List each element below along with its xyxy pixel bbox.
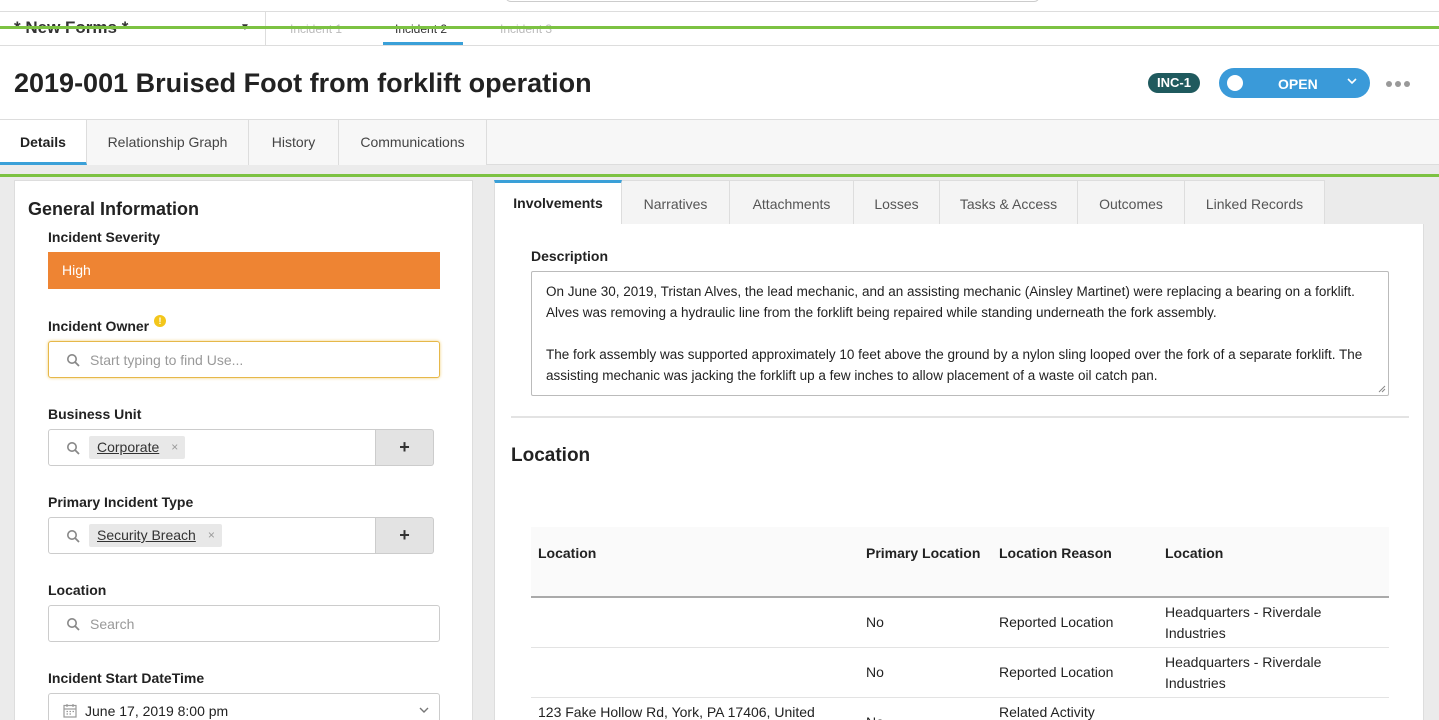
app-top-bar bbox=[0, 0, 1439, 12]
page-title: 2019-001 Bruised Foot from forklift oper… bbox=[14, 68, 592, 98]
cell-reason: Reported Location bbox=[999, 614, 1114, 630]
incident-type-input[interactable]: Security Breach × bbox=[48, 517, 376, 554]
cell-site-line: Industries bbox=[1165, 675, 1226, 691]
form-bar: * New Forms * ▼ Incident 1 Incident 2 In… bbox=[0, 12, 1439, 46]
tab-outcomes[interactable]: Outcomes bbox=[1078, 180, 1185, 225]
tab-involvements[interactable]: Involvements bbox=[494, 180, 622, 225]
tab-narratives[interactable]: Narratives bbox=[622, 180, 730, 225]
cell-reason: Related Activity bbox=[999, 704, 1095, 720]
column-header[interactable]: Primary Location bbox=[866, 545, 980, 561]
table-row[interactable]: No Reported Location Headquarters - Rive… bbox=[531, 598, 1389, 648]
chip-label: Security Breach bbox=[97, 527, 196, 543]
resize-handle-icon[interactable] bbox=[1378, 385, 1386, 393]
search-icon bbox=[67, 442, 80, 455]
tab-losses[interactable]: Losses bbox=[854, 180, 940, 225]
start-datetime-input[interactable]: June 17, 2019 8:00 pm bbox=[48, 693, 440, 720]
severity-select[interactable]: High bbox=[48, 252, 440, 289]
cell-primary: No bbox=[866, 614, 884, 630]
global-search-bar[interactable] bbox=[505, 0, 1040, 2]
field-label: Incident Owner bbox=[48, 318, 150, 334]
cell-primary: No bbox=[866, 664, 884, 680]
more-icon[interactable] bbox=[1385, 80, 1411, 88]
tab-communications[interactable]: Communications bbox=[339, 120, 487, 165]
table-row[interactable]: No Reported Location Headquarters - Rive… bbox=[531, 648, 1389, 698]
input-placeholder: Start typing to find Use... bbox=[90, 352, 244, 368]
cell-site: Headquarters - Riverdale Industries bbox=[1165, 602, 1321, 644]
tab-tasks-access[interactable]: Tasks & Access bbox=[940, 180, 1078, 225]
involvements-panel: Description On June 30, 2019, Tristan Al… bbox=[494, 224, 1424, 720]
input-placeholder: Search bbox=[90, 616, 135, 632]
selected-chip: Corporate × bbox=[89, 436, 186, 459]
field-label: Location bbox=[48, 582, 107, 598]
cell-location: 123 Fake Hollow Rd, York, PA 17406, Unit… bbox=[538, 704, 815, 720]
search-icon bbox=[67, 530, 80, 543]
field-label: Description bbox=[531, 248, 609, 264]
status-label: OPEN bbox=[1278, 76, 1318, 92]
section-title: General Information bbox=[28, 199, 200, 219]
column-header[interactable]: Location bbox=[1165, 545, 1223, 561]
column-header[interactable]: Location bbox=[538, 545, 596, 561]
field-label: Primary Incident Type bbox=[48, 494, 194, 510]
close-icon[interactable]: × bbox=[208, 524, 215, 547]
chevron-down-icon bbox=[419, 707, 429, 713]
toggle-knob bbox=[1227, 75, 1243, 91]
chevron-down-icon bbox=[1347, 78, 1357, 85]
column-header[interactable]: Location Reason bbox=[999, 545, 1112, 561]
field-label: Business Unit bbox=[48, 406, 142, 422]
table-header: Location Primary Location Location Reaso… bbox=[531, 527, 1389, 598]
description-paragraph: On June 30, 2019, Tristan Alves, the lea… bbox=[546, 284, 1355, 320]
active-tab-indicator bbox=[383, 42, 463, 45]
highlight-line bbox=[0, 26, 1439, 29]
location-table: Location Primary Location Location Reaso… bbox=[531, 527, 1389, 720]
description-textarea[interactable]: On June 30, 2019, Tristan Alves, the lea… bbox=[531, 271, 1389, 396]
cell-reason: Reported Location bbox=[999, 664, 1114, 680]
search-icon bbox=[67, 618, 80, 631]
description-paragraph: The fork assembly was supported approxim… bbox=[546, 347, 1363, 383]
location-input[interactable]: Search bbox=[48, 605, 440, 642]
highlight-line bbox=[0, 174, 1439, 177]
field-label: Incident Start DateTime bbox=[48, 670, 205, 686]
business-unit-input[interactable]: Corporate × bbox=[48, 429, 376, 466]
record-tabs: Details Relationship Graph History Commu… bbox=[0, 119, 1439, 165]
close-icon[interactable]: × bbox=[171, 436, 178, 459]
cell-site: Headquarters - Riverdale Industries bbox=[1165, 652, 1321, 694]
warning-icon: ! bbox=[154, 315, 166, 327]
divider bbox=[511, 416, 1409, 418]
tab-incident-2[interactable]: Incident 2 bbox=[395, 22, 447, 36]
tab-incident-1[interactable]: Incident 1 bbox=[290, 22, 342, 36]
status-toggle[interactable]: OPEN bbox=[1219, 68, 1370, 98]
tab-history[interactable]: History bbox=[249, 120, 339, 165]
section-title: Location bbox=[511, 445, 591, 466]
tab-attachments[interactable]: Attachments bbox=[730, 180, 854, 225]
tab-details[interactable]: Details bbox=[0, 120, 87, 165]
cell-primary: No bbox=[866, 712, 884, 720]
incident-owner-input[interactable]: Start typing to find Use... bbox=[48, 341, 440, 378]
cell-site-line: Headquarters - Riverdale bbox=[1165, 654, 1322, 670]
cell-site-line: Industries bbox=[1165, 625, 1226, 641]
plus-icon[interactable]: + bbox=[376, 517, 434, 554]
datetime-value: June 17, 2019 8:00 pm bbox=[85, 703, 229, 719]
field-label: Incident Severity bbox=[48, 229, 161, 245]
table-row[interactable]: 123 Fake Hollow Rd, York, PA 17406, Unit… bbox=[531, 698, 1389, 720]
record-id-badge: INC-1 bbox=[1148, 73, 1200, 93]
chip-label: Corporate bbox=[97, 439, 160, 455]
calendar-icon bbox=[63, 704, 77, 718]
plus-icon[interactable]: + bbox=[376, 429, 434, 466]
record-header: 2019-001 Bruised Foot from forklift oper… bbox=[0, 46, 1439, 119]
divider bbox=[265, 12, 266, 46]
tab-linked-records[interactable]: Linked Records bbox=[1185, 180, 1325, 225]
tab-incident-3[interactable]: Incident 3 bbox=[500, 22, 552, 36]
record-sub-tabs: Involvements Narratives Attachments Loss… bbox=[494, 180, 1439, 225]
cell-site-line: Headquarters - Riverdale bbox=[1165, 604, 1322, 620]
selected-chip: Security Breach × bbox=[89, 524, 222, 547]
search-icon bbox=[67, 354, 80, 367]
general-information-panel: General Information Incident Severity Hi… bbox=[14, 180, 473, 720]
tab-relationship-graph[interactable]: Relationship Graph bbox=[87, 120, 249, 165]
